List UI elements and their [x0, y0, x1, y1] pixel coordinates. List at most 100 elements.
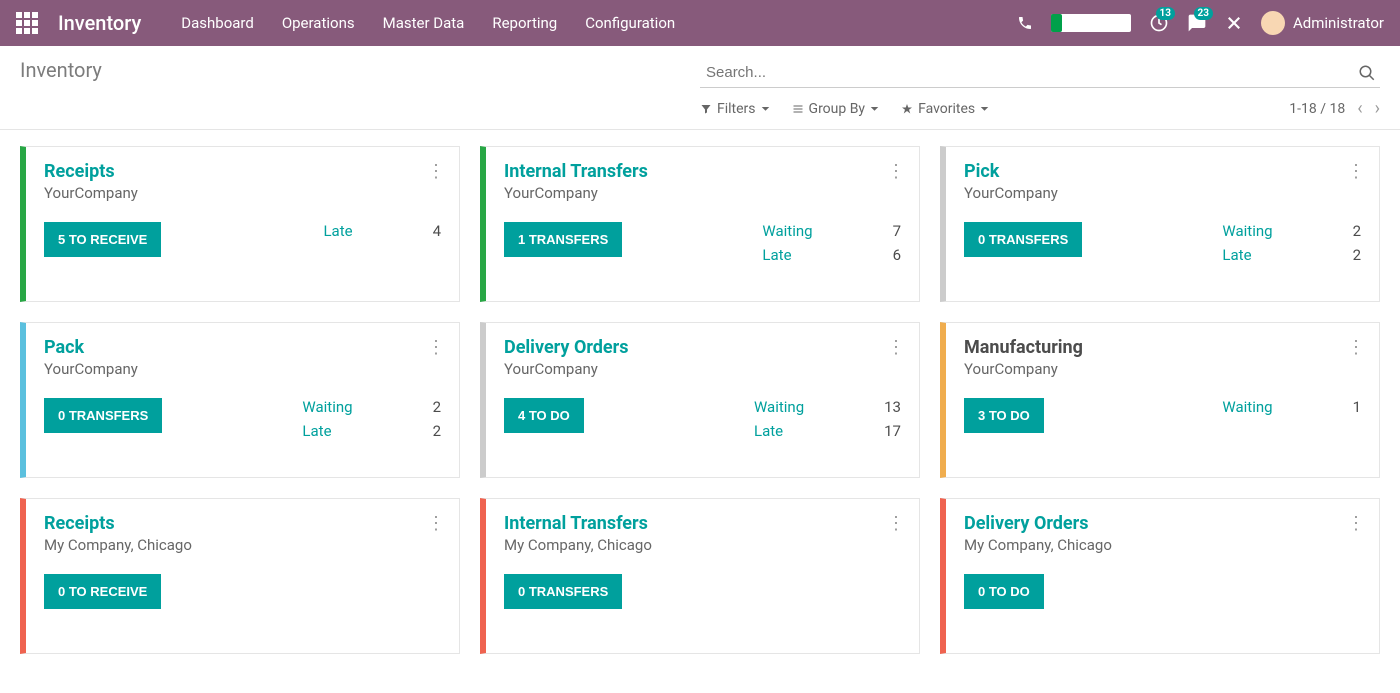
card-subtitle: My Company, Chicago	[44, 536, 441, 554]
kebab-icon[interactable]: ⋮	[887, 513, 905, 534]
user-menu[interactable]: Administrator	[1261, 11, 1384, 35]
tools-icon[interactable]	[1225, 14, 1243, 32]
chevron-down-icon	[870, 104, 879, 113]
messages-icon[interactable]: 23	[1187, 13, 1207, 33]
card-title[interactable]: Internal Transfers	[504, 161, 901, 182]
card-stats: Waiting 2 Late 2	[302, 398, 441, 440]
stat-value: 2	[433, 422, 441, 440]
stat-label[interactable]: Waiting	[762, 222, 812, 240]
stat-value: 2	[1353, 246, 1361, 264]
stat-label[interactable]: Late	[1222, 246, 1272, 264]
stat-label[interactable]: Late	[754, 422, 804, 440]
kanban-card: Internal TransfersYourCompany⋮1 TRANSFER…	[480, 146, 920, 302]
card-action-button[interactable]: 0 TRANSFERS	[44, 398, 162, 433]
kebab-icon[interactable]: ⋮	[1347, 161, 1365, 182]
nav-dashboard[interactable]: Dashboard	[181, 14, 254, 32]
stat-value: 1	[1353, 398, 1361, 416]
card-subtitle: YourCompany	[964, 184, 1361, 202]
kanban-card: PackYourCompany⋮0 TRANSFERSWaiting2Late2	[20, 322, 460, 478]
favorites-button[interactable]: Favorites	[901, 101, 989, 117]
user-name: Administrator	[1293, 14, 1384, 32]
card-subtitle: My Company, Chicago	[504, 536, 901, 554]
phone-icon[interactable]	[1017, 15, 1033, 31]
avatar-icon	[1261, 11, 1285, 35]
stat-value: 2	[1353, 222, 1361, 240]
pager-text: 1-18 / 18	[1289, 101, 1345, 117]
activities-badge: 13	[1156, 7, 1175, 20]
card-action-button[interactable]: 0 TRANSFERS	[964, 222, 1082, 257]
stat-value: 7	[893, 222, 901, 240]
stat-label[interactable]: Late	[302, 422, 352, 440]
card-title[interactable]: Receipts	[44, 513, 441, 534]
kebab-icon[interactable]: ⋮	[1347, 337, 1365, 358]
card-title[interactable]: Pack	[44, 337, 441, 358]
stat-label[interactable]: Waiting	[302, 398, 352, 416]
control-panel: Inventory Filters Group By Favorites	[0, 46, 1400, 130]
stat-value: 17	[884, 422, 901, 440]
search-icon[interactable]	[1358, 64, 1376, 82]
card-stats: Late 4	[323, 222, 441, 240]
card-action-button[interactable]: 3 TO DO	[964, 398, 1044, 433]
chevron-down-icon	[980, 104, 989, 113]
card-subtitle: YourCompany	[44, 184, 441, 202]
nav-operations[interactable]: Operations	[282, 14, 355, 32]
kebab-icon[interactable]: ⋮	[427, 161, 445, 182]
app-brand[interactable]: Inventory	[58, 11, 141, 35]
kanban-card: Receipts My Company, Chicago ⋮ 0 TO RECEIVE	[20, 498, 460, 654]
progress-bar[interactable]	[1051, 14, 1131, 32]
stat-label[interactable]: Late	[762, 246, 812, 264]
card-title[interactable]: Manufacturing	[964, 337, 1361, 358]
stat-label[interactable]: Waiting	[1222, 222, 1272, 240]
activities-icon[interactable]: 13	[1149, 13, 1169, 33]
nav-master-data[interactable]: Master Data	[383, 14, 465, 32]
stat-value: 4	[433, 222, 441, 240]
kanban-card: Delivery OrdersYourCompany⋮4 TO DOWaitin…	[480, 322, 920, 478]
kanban-card: Internal Transfers My Company, Chicago ⋮ 0 …	[480, 498, 920, 654]
stat-value: 6	[893, 246, 901, 264]
kanban-card: Pick YourCompany ⋮ 0 TRANSFERS Waiting 2 Late 2	[940, 146, 1380, 302]
kanban-card: Receipts YourCompany ⋮ 5 TO RECEIVE Late 4	[20, 146, 460, 302]
search-input[interactable]	[700, 58, 1380, 88]
kebab-icon[interactable]: ⋮	[887, 337, 905, 358]
stat-label[interactable]: Late	[323, 222, 352, 240]
card-action-button[interactable]: 1 TRANSFERS	[504, 222, 622, 257]
stat-value: 13	[884, 398, 901, 416]
filters-button[interactable]: Filters	[700, 101, 770, 117]
card-title[interactable]: Receipts	[44, 161, 441, 182]
card-action-button[interactable]: 0 TRANSFERS	[504, 574, 622, 609]
nav-reporting[interactable]: Reporting	[492, 14, 557, 32]
card-title[interactable]: Internal Transfers	[504, 513, 901, 534]
nav-menu: Dashboard Operations Master Data Reporti…	[181, 14, 1017, 32]
kebab-icon[interactable]: ⋮	[1347, 513, 1365, 534]
card-action-button[interactable]: 4 TO DO	[504, 398, 584, 433]
page-title: Inventory	[20, 58, 700, 88]
card-stats: Waiting 1	[1222, 398, 1361, 416]
kebab-icon[interactable]: ⋮	[427, 337, 445, 358]
card-title[interactable]: Delivery Orders	[504, 337, 901, 358]
pager-prev[interactable]: ‹	[1357, 98, 1362, 119]
nav-configuration[interactable]: Configuration	[585, 14, 675, 32]
groupby-button[interactable]: Group By	[792, 101, 880, 117]
pager-next[interactable]: ›	[1375, 98, 1380, 119]
apps-icon[interactable]	[16, 12, 38, 34]
nav-right: 13 23 Administrator	[1017, 11, 1384, 35]
card-subtitle: YourCompany	[964, 360, 1361, 378]
card-stats: Waiting 13 Late 17	[754, 398, 901, 440]
stat-value: 2	[433, 398, 441, 416]
kebab-icon[interactable]: ⋮	[427, 513, 445, 534]
chevron-down-icon	[761, 104, 770, 113]
stat-label[interactable]: Waiting	[1222, 398, 1272, 416]
stat-label[interactable]: Waiting	[754, 398, 804, 416]
card-subtitle: My Company, Chicago	[964, 536, 1361, 554]
card-action-button[interactable]: 5 TO RECEIVE	[44, 222, 161, 257]
kanban-card: Manufacturing YourCompany ⋮ 3 TO DO Waiting 1	[940, 322, 1380, 478]
navbar: Inventory Dashboard Operations Master Da…	[0, 0, 1400, 46]
kanban-card: Delivery Orders My Company, Chicago ⋮ 0 TO …	[940, 498, 1380, 654]
card-action-button[interactable]: 0 TO DO	[964, 574, 1044, 609]
kebab-icon[interactable]: ⋮	[887, 161, 905, 182]
card-title[interactable]: Delivery Orders	[964, 513, 1361, 534]
card-title[interactable]: Pick	[964, 161, 1361, 182]
pager: 1-18 / 18 ‹ ›	[1289, 98, 1380, 119]
kanban-view: Receipts YourCompany ⋮ 5 TO RECEIVE Late 4 Int…	[0, 130, 1400, 670]
card-action-button[interactable]: 0 TO RECEIVE	[44, 574, 161, 609]
